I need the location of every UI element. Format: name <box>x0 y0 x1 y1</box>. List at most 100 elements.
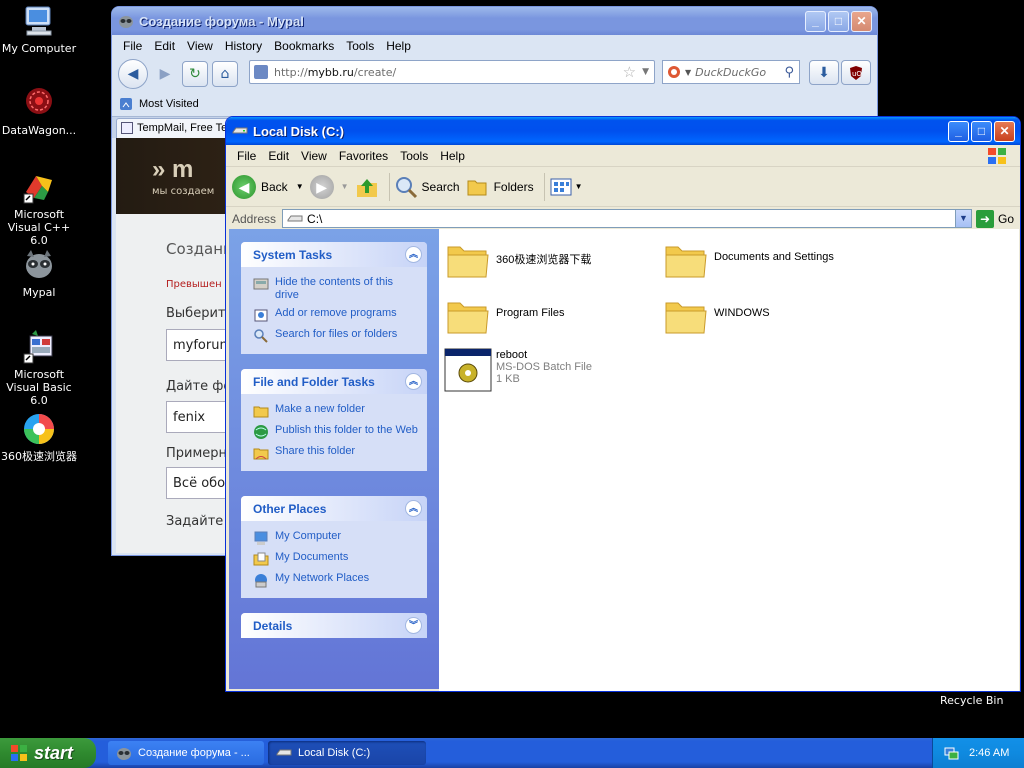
reload-button[interactable]: ↻ <box>182 61 208 87</box>
desktop-icon-label: My Computer <box>1 42 77 55</box>
go-button[interactable]: ➜ Go <box>975 209 1014 228</box>
home-button[interactable]: ⌂ <box>212 61 238 87</box>
desktop-icon-my-computer[interactable]: My Computer <box>0 4 78 55</box>
minimize-button[interactable]: _ <box>805 10 826 32</box>
chevron-up-icon[interactable]: ︽ <box>405 246 422 263</box>
url-text: http://mybb.ru/create/ <box>274 66 623 79</box>
task-search-files[interactable]: Search for files or folders <box>241 325 427 346</box>
back-dropdown-icon[interactable]: ▼ <box>296 182 304 191</box>
network-connection-icon[interactable] <box>943 745 959 761</box>
menu-bookmarks[interactable]: Bookmarks <box>268 39 340 53</box>
menu-file[interactable]: File <box>117 39 148 53</box>
task-label: Hide the contents of this drive <box>275 276 394 301</box>
menu-history[interactable]: History <box>219 39 268 53</box>
maximize-button[interactable]: □ <box>828 10 849 32</box>
menu-edit[interactable]: Edit <box>262 149 295 163</box>
maximize-button[interactable]: □ <box>971 120 992 142</box>
datawagon-icon <box>22 86 56 120</box>
chevron-up-icon[interactable]: ︽ <box>405 500 422 517</box>
ublock-button[interactable]: uO <box>841 60 871 85</box>
bookmark-most-visited[interactable]: Most Visited <box>139 98 199 110</box>
url-dropdown-icon[interactable]: ▼ <box>642 67 649 77</box>
menu-view[interactable]: View <box>295 149 333 163</box>
close-button[interactable]: ✕ <box>994 120 1015 142</box>
menu-favorites[interactable]: Favorites <box>333 149 394 163</box>
bookmark-star-icon[interactable]: ☆ <box>623 63 636 81</box>
search-button[interactable]: Search <box>394 175 460 199</box>
panel-header[interactable]: System Tasks ︽ <box>241 242 427 267</box>
address-dropdown-icon[interactable]: ▼ <box>954 210 971 227</box>
folder-item[interactable]: WINDOWS <box>662 293 770 341</box>
minimize-button[interactable]: _ <box>948 120 969 142</box>
desktop-icon-datawagon[interactable]: DataWagon... <box>0 86 78 137</box>
menu-help[interactable]: Help <box>434 149 471 163</box>
batch-file-item[interactable]: reboot MS-DOS Batch File 1 KB <box>444 347 592 395</box>
desktop-icon-mypal[interactable]: Mypal <box>0 248 78 299</box>
menu-edit[interactable]: Edit <box>148 39 181 53</box>
taskbar-item-explorer[interactable]: Local Disk (C:) <box>268 741 426 765</box>
ublock-origin-icon: uO <box>850 65 862 80</box>
forward-button[interactable]: ▶ ▼ <box>309 174 349 199</box>
url-path: /create/ <box>353 65 397 79</box>
panel-header[interactable]: File and Folder Tasks ︽ <box>241 369 427 394</box>
tab-tempmail[interactable]: TempMail, Free Te <box>116 118 234 139</box>
taskbar-item-browser[interactable]: Создание форума - ... <box>108 741 264 765</box>
address-input[interactable]: C:\ ▼ <box>282 209 972 228</box>
task-add-remove-programs[interactable]: Add or remove programs <box>241 304 427 325</box>
place-my-computer[interactable]: My Computer <box>241 527 427 548</box>
place-my-documents[interactable]: My Documents <box>241 548 427 569</box>
task-publish-web[interactable]: Publish this folder to the Web <box>241 421 427 442</box>
back-label: Back <box>261 179 288 194</box>
panel-header[interactable]: Other Places ︽ <box>241 496 427 521</box>
explorer-titlebar[interactable]: Local Disk (C:) _ □ ✕ <box>226 117 1020 145</box>
forward-button[interactable]: ▶ <box>152 61 178 87</box>
back-button[interactable]: ◀ <box>118 59 148 89</box>
desktop-icon-recycle-bin[interactable]: Recycle Bin <box>940 694 1003 707</box>
start-button[interactable]: start <box>0 738 96 768</box>
desktop-icon-visual-basic[interactable]: Microsoft Visual Basic 6.0 <box>0 330 78 407</box>
reload-icon: ↻ <box>189 66 201 82</box>
forward-arrow-icon: ▶ <box>309 174 334 199</box>
explorer-window[interactable]: Local Disk (C:) _ □ ✕ File Edit View Fav… <box>225 116 1021 692</box>
360-browser-icon <box>22 412 56 446</box>
task-label: Make a new folder <box>275 403 365 415</box>
site-logo[interactable]: » m <box>152 156 193 184</box>
menu-tools[interactable]: Tools <box>394 149 434 163</box>
browser-titlebar[interactable]: Создание форума - Mypal _ □ ✕ <box>112 7 877 35</box>
menu-file[interactable]: File <box>231 149 262 163</box>
search-engine-dropdown-icon[interactable]: ▼ <box>685 68 691 77</box>
search-icon[interactable]: ⚲ <box>784 65 794 80</box>
place-my-network-places[interactable]: My Network Places <box>241 569 427 590</box>
clock[interactable]: 2:46 AM <box>969 747 1009 759</box>
system-tray: 2:46 AM <box>932 738 1024 768</box>
panel-header[interactable]: Details ︾ <box>241 613 427 638</box>
task-share-folder[interactable]: Share this folder <box>241 442 427 463</box>
chevron-down-icon[interactable]: ︾ <box>405 617 422 634</box>
file-name: Documents and Settings <box>714 251 834 263</box>
desktop-icon-360-browser[interactable]: 360极速浏览器 <box>0 412 78 463</box>
views-button[interactable]: ▼ <box>549 177 583 197</box>
chevron-up-icon[interactable]: ︽ <box>405 373 422 390</box>
svg-text:uO: uO <box>852 70 862 78</box>
forward-dropdown-icon[interactable]: ▼ <box>341 182 349 191</box>
folder-item[interactable]: Documents and Settings <box>662 237 834 285</box>
folder-item[interactable]: Program Files <box>444 293 564 341</box>
menu-help[interactable]: Help <box>380 39 417 53</box>
task-new-folder[interactable]: Make a new folder <box>241 400 427 421</box>
views-icon <box>550 178 572 195</box>
desktop-icon-label: 360极速浏览器 <box>1 450 77 463</box>
downloads-button[interactable]: ⬇ <box>809 60 839 85</box>
menu-tools[interactable]: Tools <box>340 39 380 53</box>
back-button[interactable]: ◀ Back ▼ <box>232 174 304 199</box>
close-button[interactable]: ✕ <box>851 10 872 32</box>
task-hide-contents[interactable]: Hide the contents of this drive <box>241 273 427 304</box>
folder-item[interactable]: 360极速浏览器下载 <box>444 237 591 285</box>
desktop-icon-visual-cpp[interactable]: Microsoft Visual C++ 6.0 <box>0 170 78 247</box>
up-folder-button[interactable] <box>355 175 379 199</box>
search-placeholder: DuckDuckGo <box>695 65 767 79</box>
url-bar[interactable]: http://mybb.ru/create/ ☆ ▼ <box>249 60 655 84</box>
search-bar[interactable]: ▼ DuckDuckGo ⚲ <box>662 60 800 84</box>
views-dropdown-icon[interactable]: ▼ <box>575 182 583 191</box>
menu-view[interactable]: View <box>181 39 219 53</box>
folders-button[interactable]: Folders <box>466 175 534 199</box>
